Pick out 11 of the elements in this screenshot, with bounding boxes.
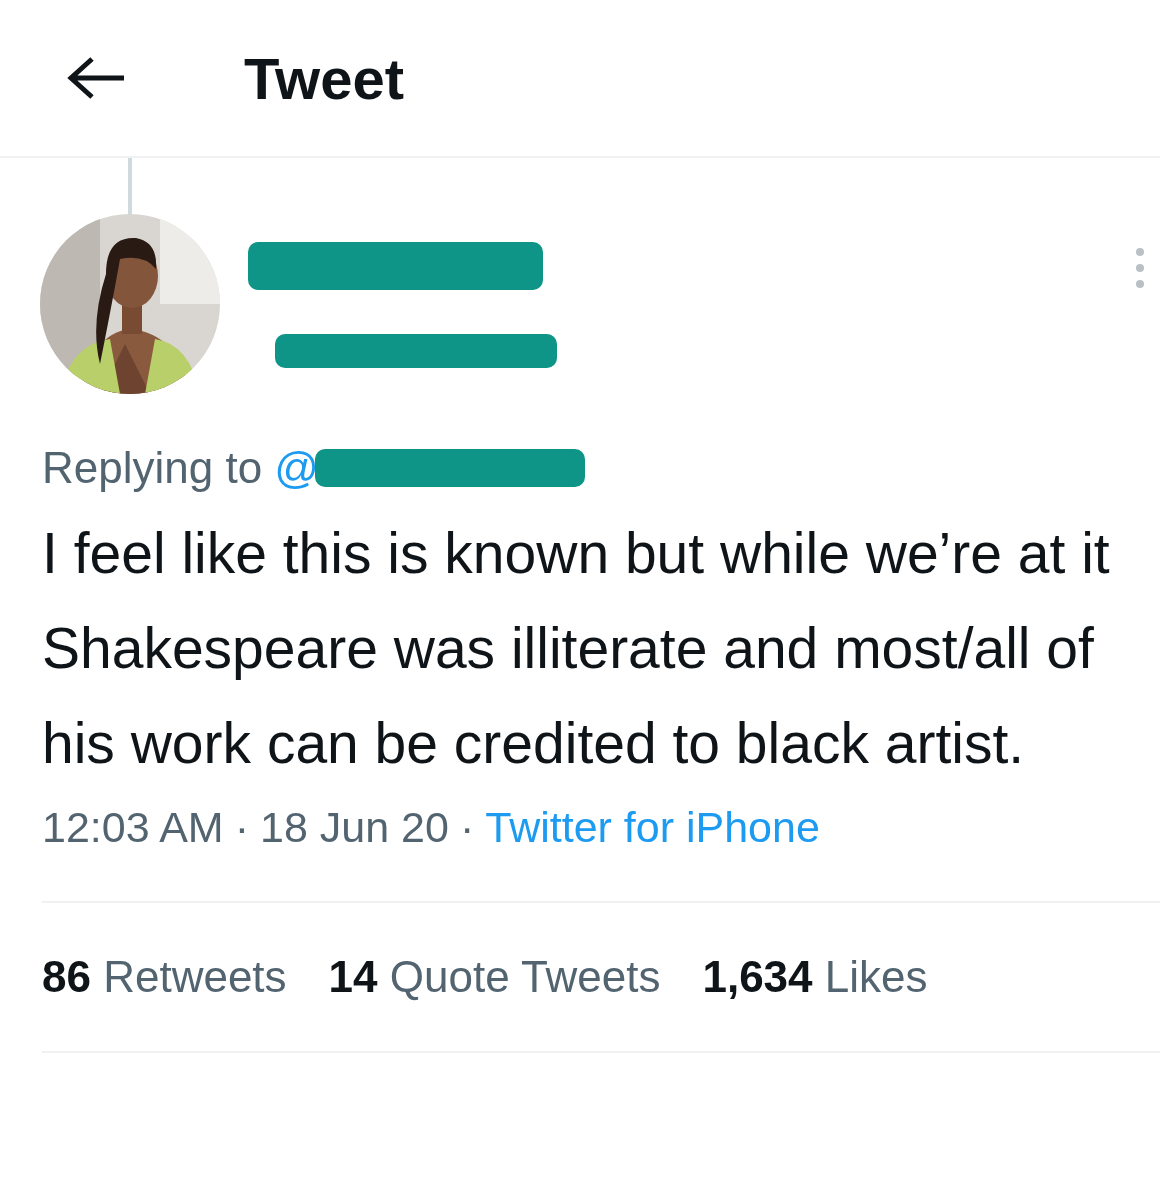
stat-link[interactable]: 86 Retweets <box>42 947 287 1007</box>
separator: · <box>234 802 249 853</box>
page-title: Tweet <box>244 44 405 112</box>
tweet-date: 18 Jun 20 <box>260 802 449 853</box>
tweet-text: I feel like this is known but while we’re at it Shakespeare was illiterate and most/all of his work can be credited to black artist. <box>41 520 1111 777</box>
stat-link[interactable]: 14 Quote Tweets <box>328 947 661 1007</box>
back-arrow-icon[interactable] <box>66 56 126 100</box>
tweet-time: 12:03 AM <box>42 802 224 853</box>
stat-link[interactable]: 1,634 Likes <box>702 947 928 1007</box>
replying-to-label: Replying to <box>42 443 263 493</box>
separator: · <box>459 802 475 853</box>
